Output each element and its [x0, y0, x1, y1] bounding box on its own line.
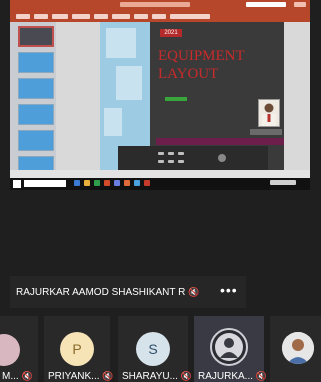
windows-start-icon[interactable] — [13, 180, 21, 188]
slide-title-line2: LAYOUT — [158, 66, 219, 82]
ribbon-tab — [72, 14, 90, 19]
participant-name: SHARAYU... 🔇 — [122, 371, 192, 382]
window-controls — [294, 2, 306, 7]
taskbar-app-icon[interactable] — [144, 180, 150, 186]
presenter-caption — [250, 129, 282, 135]
participant-name: M... 🔇 — [2, 371, 33, 382]
ribbon-tab — [152, 14, 166, 19]
slide-thumbnail-panel — [10, 22, 56, 180]
slide-subtitle-mark — [165, 97, 187, 101]
participant-avatar — [282, 332, 314, 364]
participant-name: RAJURKA... 🔇 — [198, 371, 268, 382]
mic-off-icon: 🔇 — [21, 371, 33, 381]
taskbar-app-icon[interactable] — [114, 180, 120, 186]
ribbon-tab — [16, 14, 30, 19]
speaker-name-label: RAJURKAR AAMOD SHASHIKANT R — [16, 287, 186, 298]
slide-thumbnail — [18, 78, 54, 99]
mic-off-icon: 🔇 — [180, 371, 192, 381]
window-title — [120, 2, 190, 7]
slide-thumbnail — [18, 130, 54, 151]
taskbar-app-icon[interactable] — [74, 180, 80, 186]
account-area — [246, 2, 286, 7]
taskbar-search-box[interactable] — [24, 180, 66, 187]
slide-footer-bar — [156, 138, 284, 145]
mic-off-icon: 🔇 — [255, 371, 268, 381]
ribbon-tab — [34, 14, 48, 19]
taskbar-app-icon[interactable] — [134, 180, 140, 186]
slide-thumbnail — [18, 26, 54, 47]
ribbon-tab — [134, 14, 148, 19]
slide-thumbnail — [18, 52, 54, 73]
ribbon-tab — [112, 14, 130, 19]
slide-thumbnail — [18, 104, 54, 125]
speaker-name: RAJURKAR AAMOD SHASHIKANT R 🔇 — [16, 286, 199, 299]
mic-off-icon: 🔇 — [102, 371, 114, 381]
participant-avatar — [0, 334, 20, 366]
powerpoint-ribbon — [10, 0, 310, 22]
shared-screen: 2021 EQUIPMENT LAYOUT — [10, 0, 310, 190]
taskbar-app-icon[interactable] — [124, 180, 130, 186]
mic-off-icon: 🔇 — [188, 287, 200, 297]
participant-name: PRIYANK... 🔇 — [48, 371, 114, 382]
participant-avatar — [210, 328, 248, 366]
presenter-controls[interactable] — [118, 146, 268, 170]
participant-avatar: P — [60, 332, 94, 366]
current-slide: 2021 EQUIPMENT LAYOUT — [100, 22, 284, 170]
taskbar-clock — [270, 180, 296, 185]
taskbar-app-icon[interactable] — [84, 180, 90, 186]
ribbon-tab — [94, 14, 108, 19]
participant-avatar: S — [136, 332, 170, 366]
taskbar-app-icon[interactable] — [94, 180, 100, 186]
slide-badge: 2021 — [160, 29, 182, 37]
ribbon-tab — [170, 14, 210, 19]
presenter-photo — [258, 99, 280, 127]
more-options-button[interactable]: ••• — [220, 283, 238, 297]
powerpoint-status-bar — [10, 170, 310, 178]
participant-tile[interactable] — [270, 316, 321, 382]
slide-title-line1: EQUIPMENT — [158, 48, 245, 64]
ribbon-tab — [52, 14, 68, 19]
taskbar-app-icon[interactable] — [104, 180, 110, 186]
